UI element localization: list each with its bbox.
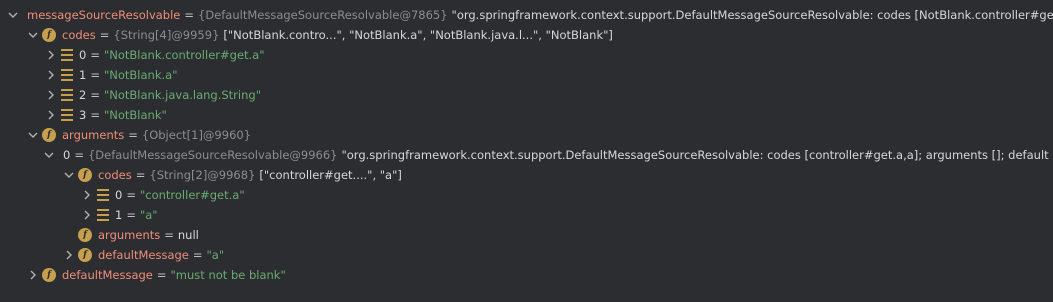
equals-sign: = [164, 228, 174, 242]
equals-sign: = [90, 88, 100, 102]
tree-node-nested-codes[interactable]: f codes = {String[2]@9968} ["controller#… [0, 165, 1053, 185]
tree-node-arguments[interactable]: f arguments = {Object[1]@9960} [0, 125, 1053, 145]
equals-sign: = [126, 208, 136, 222]
variable-value: ["NotBlank.contro...", "NotBlank.a", "No… [223, 28, 613, 42]
field-icon: f [42, 128, 56, 142]
element-index: 0 [63, 148, 71, 162]
chevron-down-icon[interactable] [26, 128, 40, 142]
array-element-icon [61, 69, 73, 81]
variable-value: ["controller#get....", "a"] [259, 168, 402, 182]
chevron-right-icon[interactable] [44, 108, 58, 122]
variable-name: codes [62, 28, 96, 42]
element-index: 2 [79, 88, 87, 102]
tree-node-codes-0[interactable]: 0 = "NotBlank.controller#get.a" [0, 45, 1053, 65]
chevron-down-icon[interactable] [62, 168, 76, 182]
equals-sign: = [135, 168, 146, 182]
equals-sign: = [184, 8, 195, 22]
element-index: 0 [115, 188, 123, 202]
chevron-right-icon[interactable] [44, 68, 58, 82]
tree-node-message-source-resolvable[interactable]: messageSourceResolvable = {DefaultMessag… [0, 5, 1053, 25]
variable-name: messageSourceResolvable [27, 8, 181, 22]
tree-node-nested-default-message[interactable]: f defaultMessage = "a" [0, 245, 1053, 265]
variable-name: arguments [62, 128, 125, 142]
array-element-icon [61, 109, 73, 121]
tree-node-arguments-0[interactable]: 0 = {DefaultMessageSourceResolvable@9966… [0, 145, 1053, 165]
string-value: "a" [206, 248, 225, 262]
equals-sign: = [126, 188, 136, 202]
element-index: 0 [79, 48, 87, 62]
equals-sign: = [90, 108, 100, 122]
variable-type: {DefaultMessageSourceResolvable@9966} [87, 148, 338, 162]
equals-sign: = [99, 28, 110, 42]
variable-name: defaultMessage [98, 248, 189, 262]
array-element-icon [97, 189, 109, 201]
field-icon: f [42, 28, 56, 42]
tree-node-codes-1[interactable]: 1 = "NotBlank.a" [0, 65, 1053, 85]
tree-node-default-message[interactable]: f defaultMessage = "must not be blank" [0, 265, 1053, 285]
variable-value: "org.springframework.context.support.Def… [341, 148, 1053, 162]
array-element-icon [97, 209, 109, 221]
field-icon: f [78, 168, 92, 182]
chevron-down-icon[interactable] [8, 8, 18, 22]
variable-name: codes [98, 168, 132, 182]
tree-node-nested-codes-0[interactable]: 0 = "controller#get.a" [0, 185, 1053, 205]
string-value: "a" [139, 208, 158, 222]
variable-name: arguments [98, 228, 161, 242]
tree-node-nested-codes-1[interactable]: 1 = "a" [0, 205, 1053, 225]
string-value: "NotBlank.a" [103, 68, 178, 82]
chevron-right-icon[interactable] [44, 88, 58, 102]
element-index: 1 [115, 208, 123, 222]
equals-sign: = [90, 68, 100, 82]
chevron-down-icon[interactable] [44, 148, 54, 162]
chevron-down-icon[interactable] [26, 28, 40, 42]
equals-sign: = [74, 148, 84, 162]
string-value: "NotBlank.controller#get.a" [103, 48, 265, 62]
equals-sign: = [128, 128, 138, 142]
tree-node-codes[interactable]: f codes = {String[4]@9959} ["NotBlank.co… [0, 25, 1053, 45]
variable-value: "org.springframework.context.support.Def… [451, 8, 1053, 22]
equals-sign: = [156, 268, 167, 282]
string-value: "must not be blank" [170, 268, 286, 282]
chevron-right-icon[interactable] [62, 248, 76, 262]
equals-sign: = [90, 48, 100, 62]
element-index: 3 [79, 108, 87, 122]
variable-name: defaultMessage [62, 268, 153, 282]
tree-node-codes-2[interactable]: 2 = "NotBlank.java.lang.String" [0, 85, 1053, 105]
chevron-right-icon[interactable] [80, 188, 94, 202]
field-icon: f [42, 268, 56, 282]
tree-node-nested-arguments[interactable]: f arguments = null [0, 225, 1053, 245]
array-element-icon [61, 89, 73, 101]
chevron-right-icon[interactable] [26, 268, 40, 282]
field-icon: f [78, 228, 92, 242]
array-element-icon [61, 49, 73, 61]
chevron-right-icon[interactable] [80, 208, 94, 222]
string-value: "controller#get.a" [139, 188, 245, 202]
string-value: "NotBlank" [103, 108, 167, 122]
tree-node-codes-3[interactable]: 3 = "NotBlank" [0, 105, 1053, 125]
variable-type: {String[2]@9968} [149, 168, 256, 182]
debugger-variables-tree: messageSourceResolvable = {DefaultMessag… [0, 0, 1053, 302]
element-index: 1 [79, 68, 87, 82]
variable-type: {String[4]@9959} [113, 28, 220, 42]
field-icon: f [78, 248, 92, 262]
variable-type: {DefaultMessageSourceResolvable@7865} [198, 8, 448, 22]
chevron-right-icon[interactable] [44, 48, 58, 62]
variable-type: {Object[1]@9960} [141, 128, 252, 142]
string-value: "NotBlank.java.lang.String" [103, 88, 261, 102]
null-value: null [177, 228, 199, 242]
equals-sign: = [192, 248, 203, 262]
